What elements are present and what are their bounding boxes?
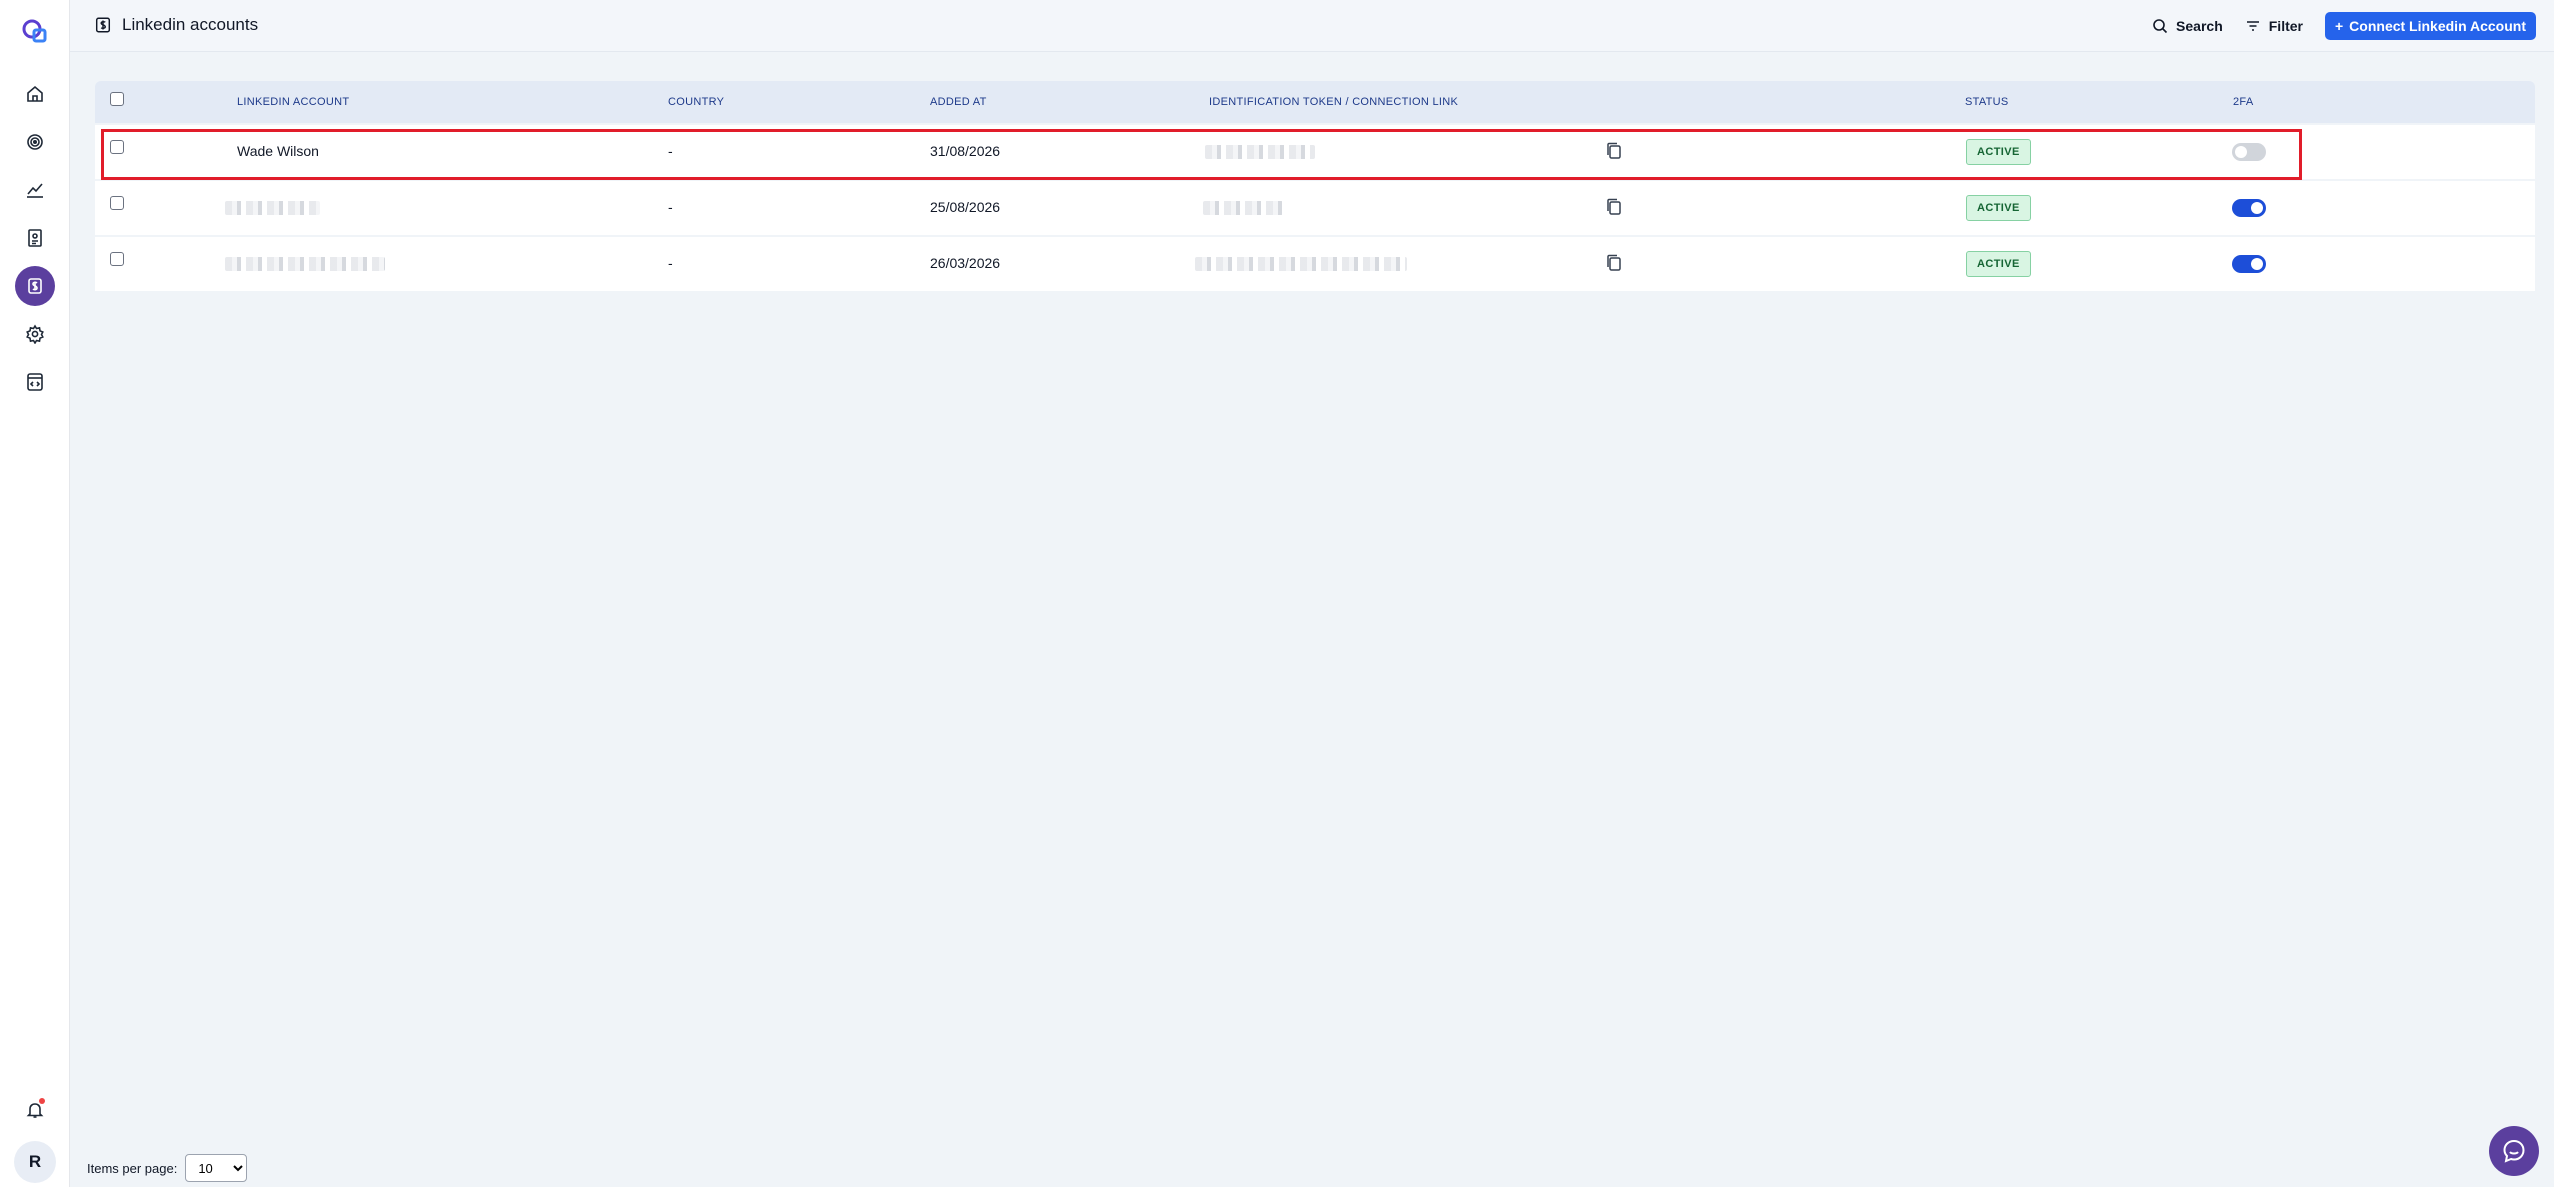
- search-icon: [2153, 19, 2168, 34]
- filter-label: Filter: [2268, 18, 2303, 34]
- dollar-icon: [95, 17, 111, 33]
- column-header-2fa: 2FA: [2233, 96, 2254, 108]
- account-name: Wade Wilson: [237, 143, 319, 159]
- table-header: LINKEDIN ACCOUNT COUNTRY ADDED AT IDENTI…: [95, 81, 2535, 123]
- gear-icon: [26, 324, 44, 344]
- filter-button[interactable]: Filter: [2245, 18, 2303, 34]
- linkedin-accounts-table: LINKEDIN ACCOUNT COUNTRY ADDED AT IDENTI…: [95, 81, 2535, 291]
- added-at-cell: 25/08/2026: [930, 199, 1001, 215]
- redacted-account-name: [225, 257, 385, 271]
- page-title: Linkedin accounts: [122, 15, 259, 34]
- select-all-checkbox[interactable]: [110, 92, 124, 106]
- country-cell: -: [668, 199, 673, 215]
- target-icon: [27, 134, 43, 150]
- column-header-country[interactable]: COUNTRY: [668, 96, 724, 108]
- top-header: Linkedin accounts Search Filter + Connec…: [70, 0, 2554, 52]
- redacted-account-name: [225, 201, 320, 215]
- status-badge: ACTIVE: [1966, 251, 2031, 277]
- code-file-icon: [27, 373, 43, 391]
- two-fa-toggle[interactable]: [2232, 199, 2266, 217]
- connect-linkedin-account-button[interactable]: + Connect Linkedin Account: [2324, 12, 2536, 40]
- chart-line-icon: [27, 183, 43, 198]
- added-at-cell: 31/08/2026: [930, 143, 1001, 159]
- row-checkbox[interactable]: [110, 140, 124, 154]
- document-icon: [28, 229, 42, 247]
- country-cell: -: [668, 255, 673, 271]
- plus-icon: +: [2334, 18, 2344, 34]
- table-row[interactable]: Wade Wilson - 31/08/2026 ACTIVE: [95, 125, 2535, 179]
- connect-label: Connect Linkedin Account: [2349, 18, 2526, 34]
- status-badge: ACTIVE: [1966, 195, 2031, 221]
- copy-icon[interactable]: [1604, 141, 1624, 161]
- page-title-group: Linkedin accounts: [94, 15, 258, 35]
- redacted-token: [1205, 145, 1315, 159]
- table-row[interactable]: - 26/03/2026 ACTIVE: [95, 237, 2535, 291]
- row-checkbox[interactable]: [110, 252, 124, 266]
- chat-icon: [2503, 1139, 2525, 1163]
- country-cell: -: [668, 143, 673, 159]
- dollar-icon: [28, 278, 42, 294]
- search-button[interactable]: Search: [2152, 18, 2223, 34]
- two-fa-toggle[interactable]: [2232, 143, 2266, 161]
- sidebar-item-api[interactable]: [15, 362, 55, 402]
- header-actions: Search Filter + Connect Linkedin Account: [2152, 12, 2536, 40]
- items-per-page-select[interactable]: 10: [185, 1154, 248, 1182]
- sidebar-item-reports[interactable]: [15, 218, 55, 258]
- chat-support-button[interactable]: [2489, 1126, 2539, 1176]
- user-avatar[interactable]: R: [14, 1141, 56, 1183]
- row-checkbox[interactable]: [110, 196, 124, 210]
- sidebar: R: [0, 0, 70, 1187]
- column-header-added-at[interactable]: ADDED AT: [930, 96, 987, 108]
- notification-dot: [39, 1098, 45, 1104]
- toggle-knob: [2235, 146, 2247, 158]
- copy-icon[interactable]: [1604, 253, 1624, 273]
- sidebar-item-home[interactable]: [15, 74, 55, 114]
- app-logo-icon[interactable]: [20, 16, 50, 46]
- table-row[interactable]: - 25/08/2026 ACTIVE: [95, 181, 2535, 235]
- toggle-knob: [2251, 258, 2263, 270]
- copy-icon[interactable]: [1604, 197, 1624, 217]
- sidebar-item-campaigns[interactable]: [15, 122, 55, 162]
- status-badge: ACTIVE: [1966, 139, 2031, 165]
- pagination-footer: Items per page: 10: [87, 1154, 248, 1182]
- items-per-page-label: Items per page:: [87, 1160, 178, 1176]
- redacted-token: [1203, 201, 1283, 215]
- filter-icon: [2246, 21, 2259, 31]
- notifications-button[interactable]: [15, 1090, 55, 1130]
- two-fa-toggle[interactable]: [2232, 255, 2266, 273]
- home-icon: [27, 85, 43, 102]
- column-header-account[interactable]: LINKEDIN ACCOUNT: [237, 96, 349, 108]
- column-header-status[interactable]: STATUS: [1965, 96, 2009, 108]
- toggle-knob: [2251, 202, 2263, 214]
- column-header-token: IDENTIFICATION TOKEN / CONNECTION LINK: [1209, 96, 1459, 108]
- sidebar-item-analytics[interactable]: [15, 170, 55, 210]
- added-at-cell: 26/03/2026: [930, 255, 1001, 271]
- sidebar-item-settings[interactable]: [15, 314, 55, 354]
- redacted-token: [1195, 257, 1407, 271]
- sidebar-item-linkedin-accounts[interactable]: [15, 266, 55, 306]
- search-label: Search: [2176, 18, 2223, 34]
